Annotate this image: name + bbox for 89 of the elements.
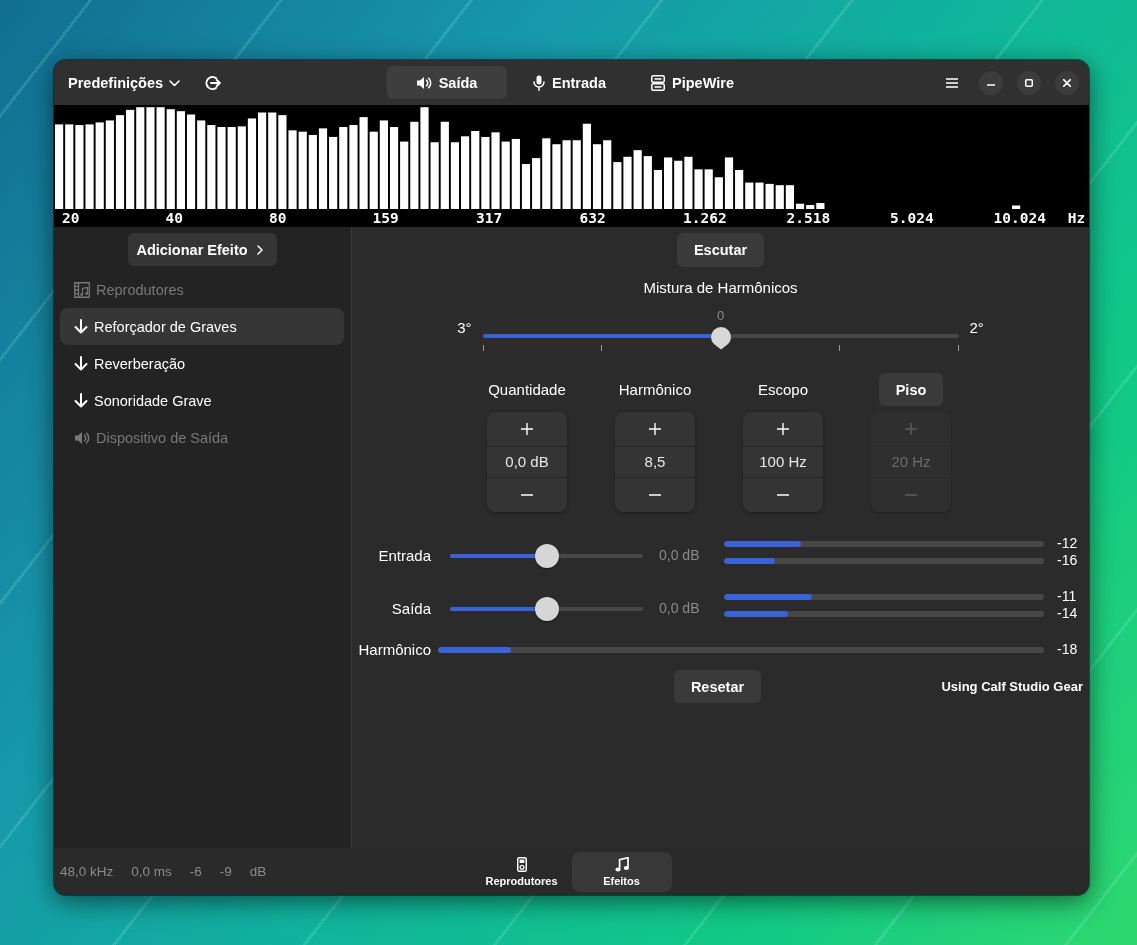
- header-tab[interactable]: PipeWire: [632, 66, 753, 99]
- menu-icon: [946, 77, 958, 88]
- view-switcher-button[interactable]: Reprodutores: [471, 851, 572, 892]
- frequency-label: 80: [269, 209, 287, 227]
- spin-control[interactable]: 8,5: [615, 412, 695, 512]
- speaker-icon: [415, 75, 432, 90]
- meter-reading: -12: [1057, 535, 1078, 552]
- arrow-down-icon: [74, 319, 88, 334]
- scale-tick: [957, 345, 959, 351]
- spin-control[interactable]: 0,0 dB: [487, 412, 567, 512]
- unit-label: Hz: [1067, 209, 1086, 227]
- chevron-right-icon: [256, 244, 263, 255]
- frequency-label: 2.518: [786, 209, 831, 227]
- plus-icon: [777, 423, 789, 435]
- minus-icon: [905, 494, 917, 496]
- pipeline-item[interactable]: Reverberação: [60, 345, 344, 382]
- gain-label: Entrada: [377, 546, 431, 565]
- add-effect-button[interactable]: Adicionar Efeito: [128, 233, 277, 266]
- control-label: Quantidade: [488, 380, 566, 400]
- frequency-label: 20: [62, 209, 80, 227]
- plus-icon: [521, 423, 533, 435]
- value-field[interactable]: 0,0 dB: [487, 446, 567, 478]
- status-text: -9: [219, 864, 232, 879]
- pipeline-item[interactable]: Reprodutores: [60, 271, 344, 308]
- maximize-icon: [1025, 78, 1033, 87]
- frequency-label: 317: [476, 209, 503, 227]
- status-text: -6: [189, 864, 202, 879]
- maximize-button[interactable]: [1017, 70, 1041, 95]
- frequency-label: 1.262: [683, 209, 727, 227]
- frequency-label: 40: [165, 209, 183, 227]
- minus-icon: [777, 494, 789, 496]
- control-label: Escopo: [757, 380, 808, 400]
- meter-reading: -18: [1057, 641, 1078, 658]
- value-field[interactable]: 100 Hz: [743, 446, 823, 478]
- pipeline-item[interactable]: Dispositivo de Saída: [60, 419, 344, 456]
- minus-icon: [521, 494, 533, 496]
- scale-tick: [482, 345, 484, 351]
- portable-player-icon: [516, 856, 527, 872]
- control-label: Harmônico: [618, 380, 692, 400]
- pipeline-item[interactable]: Sonoridade Grave: [60, 382, 344, 419]
- status-text: 0,0 ms: [131, 864, 172, 879]
- minimize-button[interactable]: [979, 70, 1003, 95]
- chevron-down-icon: [169, 79, 181, 87]
- scale-max-label: 2°: [969, 320, 984, 336]
- slider-thumb[interactable]: [534, 596, 559, 621]
- circle-arrow-icon: [205, 74, 222, 91]
- slider-thumb[interactable]: [709, 326, 732, 350]
- gain-label: Saída: [390, 599, 431, 618]
- frequency-label: 10.024: [993, 209, 1046, 227]
- minimize-icon: [987, 84, 995, 86]
- microphone-icon: [533, 74, 545, 91]
- slider-thumb[interactable]: [534, 543, 559, 568]
- filmstrip-note-icon: [74, 281, 90, 298]
- spin-control[interactable]: 100 Hz: [743, 412, 823, 512]
- plus-icon: [905, 423, 917, 435]
- gain-reading: 0,0 dB: [658, 600, 701, 617]
- credit-text: Using Calf Studio Gear: [941, 679, 1083, 694]
- close-button[interactable]: [1055, 70, 1079, 95]
- frequency-label: 632: [579, 209, 606, 227]
- arrow-down-icon: [74, 356, 88, 371]
- scale-tick: [601, 345, 603, 351]
- frequency-label: 159: [372, 209, 399, 227]
- presets-menu-button[interactable]: Predefinições: [60, 65, 189, 100]
- minus-icon: [649, 494, 661, 496]
- reset-button[interactable]: Resetar: [673, 670, 762, 703]
- meter-reading: -11: [1057, 588, 1078, 605]
- gain-reading: 0,0 dB: [658, 547, 701, 564]
- server-icon: [651, 74, 666, 91]
- meter-reading: -16: [1057, 552, 1078, 569]
- view-switcher-button[interactable]: Efeitos: [571, 851, 672, 892]
- slider-value: 0: [716, 307, 725, 325]
- pipeline-item[interactable]: Reforçador de Graves: [60, 308, 344, 345]
- meter-reading: -14: [1057, 605, 1078, 622]
- listen-button[interactable]: Escutar: [676, 233, 765, 267]
- status-text: 48,0 kHz: [60, 864, 114, 879]
- status-text: dB: [249, 864, 267, 879]
- header-tab[interactable]: Entrada: [509, 66, 630, 99]
- mix-title: Mistura de Harmônicos: [643, 279, 798, 297]
- meter-label: Harmônico: [357, 640, 431, 659]
- arrow-down-icon: [74, 393, 88, 408]
- plus-icon: [649, 423, 661, 435]
- music-note-icon: [614, 856, 629, 872]
- header-tab[interactable]: Saída: [386, 66, 507, 99]
- scale-min-label: 3°: [457, 320, 472, 336]
- speaker-icon: [74, 430, 90, 445]
- scale-tick: [838, 345, 840, 351]
- frequency-label: 5.024: [890, 209, 934, 227]
- close-icon: [1063, 78, 1071, 87]
- value-field[interactable]: 8,5: [615, 446, 695, 478]
